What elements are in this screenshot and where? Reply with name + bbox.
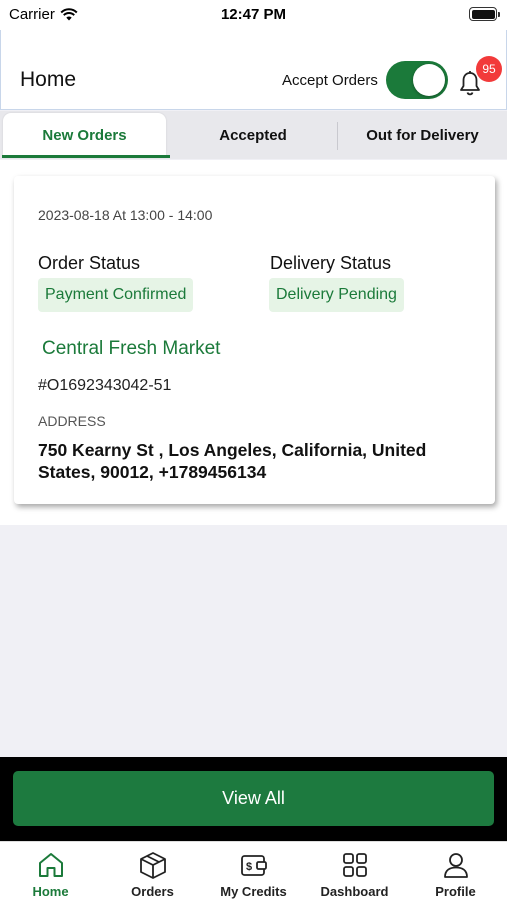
nav-label: Home xyxy=(32,884,69,899)
home-icon xyxy=(38,853,63,877)
nav-label: Dashboard xyxy=(320,884,389,899)
nav-profile[interactable]: Profile xyxy=(405,842,506,900)
app-screen: Carrier 12:47 PM Home Accept Orders 95 N… xyxy=(0,0,507,900)
nav-my-credits[interactable]: $ My Credits xyxy=(203,842,304,900)
tab-out-for-delivery[interactable]: Out for Delivery xyxy=(338,113,507,157)
tab-label: New Orders xyxy=(42,126,127,144)
nav-dashboard[interactable]: Dashboard xyxy=(304,842,405,900)
view-all-button[interactable]: View All xyxy=(13,771,494,826)
clock: 12:47 PM xyxy=(220,6,287,23)
wallet-icon: $ xyxy=(240,855,267,876)
order-status-badge: Payment Confirmed xyxy=(38,278,194,312)
store-name: Central Fresh Market xyxy=(42,338,221,359)
order-card[interactable]: 2023-08-18 At 13:00 - 14:00 Order Status… xyxy=(14,176,495,504)
delivery-status-badge: Delivery Pending xyxy=(269,278,404,312)
accept-orders-label: Accept Orders xyxy=(282,72,378,89)
page-title: Home xyxy=(20,68,77,91)
active-tab-indicator xyxy=(2,155,170,158)
user-icon xyxy=(443,853,468,878)
nav-label: Orders xyxy=(131,884,174,899)
nav-orders[interactable]: Orders xyxy=(102,842,203,900)
accept-orders-toggle[interactable] xyxy=(386,61,448,99)
tab-divider xyxy=(337,122,338,150)
order-datetime: 2023-08-18 At 13:00 - 14:00 xyxy=(38,207,213,223)
delivery-status-heading: Delivery Status xyxy=(270,253,392,273)
tab-label: Accepted xyxy=(219,126,287,144)
svg-text:$: $ xyxy=(245,861,251,873)
tab-accepted[interactable]: Accepted xyxy=(170,113,336,157)
battery-icon xyxy=(469,7,500,21)
grid-icon xyxy=(342,853,367,877)
bottom-nav: Home Orders $ My Credits Dashboard Profi… xyxy=(0,841,507,900)
order-tabs: New Orders Accepted Out for Delivery xyxy=(0,111,507,159)
notification-badge: 95 xyxy=(476,56,502,82)
order-id: #O1692343042-51 xyxy=(38,377,172,394)
toggle-knob xyxy=(413,64,445,96)
nav-label: Profile xyxy=(435,884,476,899)
tab-new-orders[interactable]: New Orders xyxy=(3,113,166,157)
address-label: ADDRESS xyxy=(38,413,106,429)
order-status-heading: Order Status xyxy=(38,253,141,273)
nav-label: My Credits xyxy=(220,884,287,899)
nav-home[interactable]: Home xyxy=(0,842,101,900)
tab-label: Out for Delivery xyxy=(366,126,479,144)
box-icon xyxy=(139,852,166,879)
status-bar: Carrier 12:47 PM xyxy=(0,0,507,30)
delivery-address: 750 Kearny St , Los Angeles, California,… xyxy=(38,440,427,482)
